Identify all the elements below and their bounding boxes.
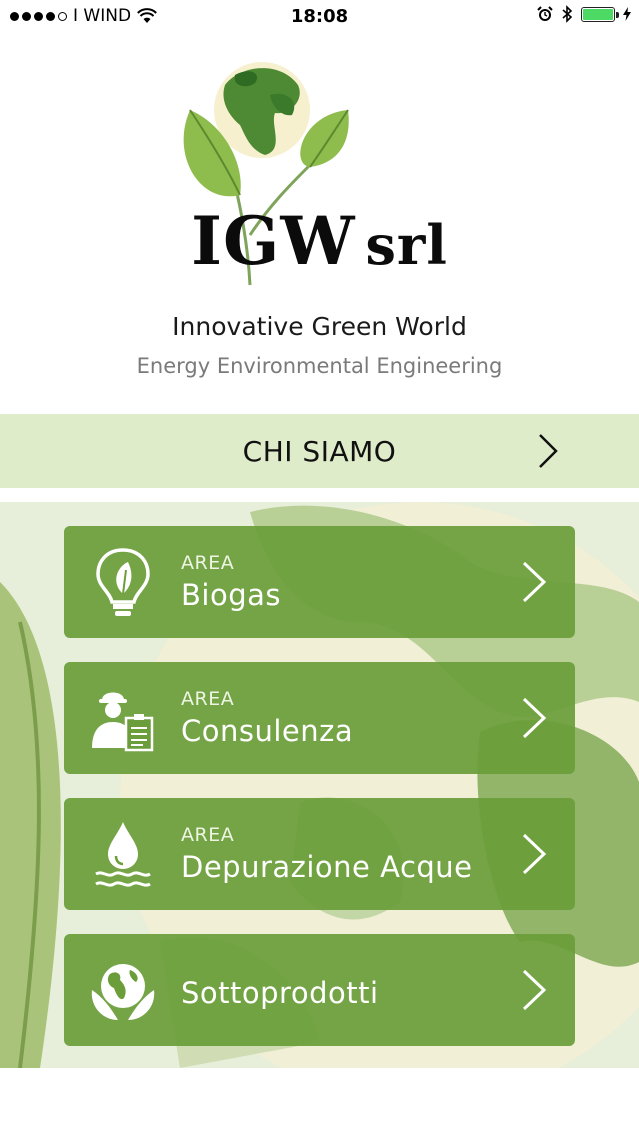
worker-clipboard-icon <box>92 692 154 752</box>
globe-leaves-icon <box>91 964 155 1020</box>
chevron-right-icon <box>522 833 547 875</box>
menu-item-title: Consulenza <box>181 714 354 748</box>
logo-text: IGW srl <box>0 202 639 280</box>
menu-item-title: Biogas <box>181 578 281 612</box>
menu-item-title: Depurazione Acque <box>181 850 473 884</box>
battery-icon <box>581 6 619 22</box>
menu-item-title: Sottoprodotti <box>181 976 379 1010</box>
subtagline: Energy Environmental Engineering <box>136 354 503 378</box>
status-bar: I WIND 18:08 <box>0 0 639 34</box>
chevron-right-icon <box>522 561 547 603</box>
menu-item-consulenza[interactable]: AREA Consulenza <box>64 662 575 774</box>
logo-main: IGW <box>191 202 356 280</box>
menu-item-area-label: AREA <box>181 688 235 710</box>
alarm-icon <box>537 6 553 21</box>
chevron-right-icon <box>522 969 547 1011</box>
chevron-right-icon <box>539 434 558 468</box>
chevron-right-icon <box>522 697 547 739</box>
chi-siamo-button[interactable]: CHI SIAMO <box>0 414 639 488</box>
menu-item-biogas[interactable]: AREA Biogas <box>64 526 575 638</box>
tagline: Innovative Green World <box>172 312 467 341</box>
bluetooth-icon <box>562 5 573 23</box>
menu-item-area-label: AREA <box>181 552 235 574</box>
charging-icon <box>623 7 631 21</box>
lightbulb-leaf-icon <box>96 548 150 616</box>
chi-siamo-label: CHI SIAMO <box>242 434 397 468</box>
logo-suffix: srl <box>365 213 448 277</box>
menu-item-area-label: AREA <box>181 824 235 846</box>
menu-item-sottoprodotti[interactable]: Sottoprodotti <box>64 934 575 1046</box>
menu-item-depurazione-acque[interactable]: AREA Depurazione Acque <box>64 798 575 910</box>
water-drop-icon <box>95 822 151 887</box>
status-right <box>537 5 631 23</box>
